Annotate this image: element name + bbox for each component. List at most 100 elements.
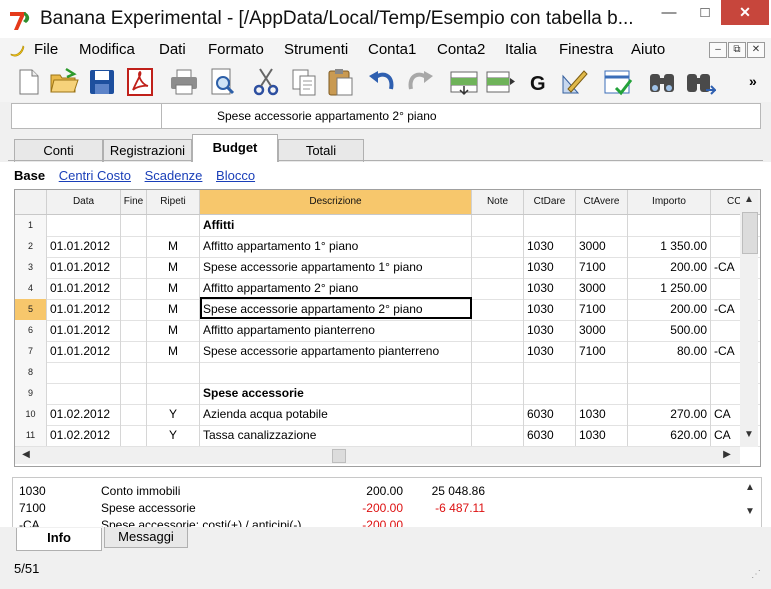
menu-finestra[interactable]: Finestra <box>559 41 613 58</box>
redo-icon[interactable] <box>404 66 436 98</box>
cell-note[interactable] <box>472 341 524 362</box>
minimize-button[interactable]: — <box>649 0 689 25</box>
cell-importo[interactable]: 620.00 <box>628 425 711 446</box>
cell-note[interactable] <box>472 278 524 299</box>
cell-reference-field[interactable] <box>11 103 162 129</box>
menu-file[interactable]: File <box>34 41 58 58</box>
cell-fine[interactable] <box>121 257 147 278</box>
cell-descrizione[interactable]: Spese accessorie appartamento pianterren… <box>200 341 472 362</box>
column-header-ctdare[interactable]: CtDare <box>524 190 576 214</box>
tab-conti[interactable]: Conti <box>14 139 103 162</box>
column-header-ripeti[interactable]: Ripeti <box>147 190 200 214</box>
open-folder-icon[interactable] <box>48 66 80 98</box>
menu-formato[interactable]: Formato <box>208 41 264 58</box>
cell-ctdare[interactable]: 1030 <box>524 278 576 299</box>
cell-ripeti[interactable]: M <box>147 341 200 362</box>
toolbar-overflow-button[interactable]: » <box>749 73 757 89</box>
add-row-icon[interactable] <box>448 66 480 98</box>
cell-ripeti[interactable]: Y <box>147 425 200 446</box>
horizontal-scroll-thumb[interactable] <box>332 449 346 463</box>
cell-ctdare[interactable]: 1030 <box>524 320 576 341</box>
table-row[interactable]: 1 Affitti <box>15 215 760 237</box>
cell-ctdare[interactable]: 6030 <box>524 425 576 446</box>
maximize-button[interactable]: □ <box>689 0 721 25</box>
row-number[interactable]: 7 <box>15 341 47 362</box>
cell-data[interactable]: 01.01.2012 <box>47 257 121 278</box>
table-row[interactable]: 10 01.02.2012 Y Azienda acqua potabile 6030 1… <box>15 404 760 426</box>
cell-ctavere[interactable]: 3000 <box>576 236 628 257</box>
view-centri-costo[interactable]: Centri Costo <box>59 168 131 183</box>
row-number[interactable]: 9 <box>15 383 47 404</box>
cell-note[interactable] <box>472 236 524 257</box>
cell-data[interactable]: 01.01.2012 <box>47 341 121 362</box>
menu-modifica[interactable]: Modifica <box>79 41 135 58</box>
menu-conta2[interactable]: Conta2 <box>437 41 485 58</box>
cell-ripeti[interactable]: Y <box>147 404 200 425</box>
table-row[interactable]: 11 01.02.2012 Y Tassa canalizzazione 6030 103… <box>15 425 760 447</box>
cell-importo[interactable]: 80.00 <box>628 341 711 362</box>
cell-ctdare[interactable]: 1030 <box>524 257 576 278</box>
cell-ctdare[interactable]: 6030 <box>524 404 576 425</box>
row-number-header[interactable] <box>15 190 47 214</box>
cell-fine[interactable] <box>121 236 147 257</box>
cell-ctavere[interactable]: 3000 <box>576 278 628 299</box>
table-row[interactable]: 8 <box>15 362 760 384</box>
cell-ctavere[interactable]: 3000 <box>576 320 628 341</box>
menu-italia[interactable]: Italia <box>505 41 537 58</box>
close-button[interactable]: ✕ <box>721 0 769 25</box>
save-disk-icon[interactable] <box>86 66 118 98</box>
resize-grip-icon[interactable]: ⋰ <box>751 569 761 580</box>
cell-ctavere[interactable]: 1030 <box>576 425 628 446</box>
horizontal-scrollbar[interactable] <box>15 447 740 464</box>
find-icon[interactable] <box>646 66 678 98</box>
cell-descrizione[interactable]: Affitto appartamento pianterreno <box>200 320 472 341</box>
cell-data[interactable]: 01.02.2012 <box>47 404 121 425</box>
view-scadenze[interactable]: Scadenze <box>145 168 203 183</box>
mdi-close-button[interactable]: ✕ <box>747 42 765 58</box>
table-row[interactable]: 6 01.01.2012 M Affitto appartamento pianter… <box>15 320 760 342</box>
menu-strumenti[interactable]: Strumenti <box>284 41 348 58</box>
cell-importo[interactable]: 200.00 <box>628 299 711 320</box>
cell-ctavere[interactable] <box>576 362 628 383</box>
column-header-note[interactable]: Note <box>472 190 524 214</box>
cell-ctavere[interactable] <box>576 383 628 404</box>
cell-ctdare[interactable]: 1030 <box>524 236 576 257</box>
cell-descrizione[interactable]: Spese accessorie <box>200 383 472 404</box>
cell-ripeti[interactable] <box>147 362 200 383</box>
scroll-left-arrow-icon[interactable]: ◀ <box>18 447 34 463</box>
cell-importo[interactable] <box>628 215 711 236</box>
cell-descrizione[interactable]: Tassa canalizzazione <box>200 425 472 446</box>
cell-descrizione[interactable]: Affitto appartamento 2° piano <box>200 278 472 299</box>
cell-ctdare[interactable] <box>524 215 576 236</box>
cell-ctdare[interactable]: 1030 <box>524 299 576 320</box>
info-scroll-up-icon[interactable]: ▲ <box>742 480 758 496</box>
cut-icon[interactable] <box>250 66 282 98</box>
cell-descrizione[interactable]: Affitto appartamento 1° piano <box>200 236 472 257</box>
column-header-importo[interactable]: Importo <box>628 190 711 214</box>
table-row[interactable]: 5 01.01.2012 M Spese accessorie appartament… <box>15 299 760 321</box>
cell-importo[interactable]: 1 250.00 <box>628 278 711 299</box>
cell-fine[interactable] <box>121 362 147 383</box>
row-number[interactable]: 1 <box>15 215 47 236</box>
cell-note[interactable] <box>472 383 524 404</box>
cell-descrizione[interactable] <box>200 362 472 383</box>
cell-descrizione[interactable]: Affitti <box>200 215 472 236</box>
tab-messaggi[interactable]: Messaggi <box>104 527 188 548</box>
cell-data[interactable]: 01.02.2012 <box>47 425 121 446</box>
edit-tool-icon[interactable] <box>558 66 590 98</box>
cell-fine[interactable] <box>121 320 147 341</box>
cell-data[interactable]: 01.01.2012 <box>47 236 121 257</box>
table-row[interactable]: 9 Spese accessorie <box>15 383 760 405</box>
cell-fine[interactable] <box>121 341 147 362</box>
cell-ctavere[interactable]: 1030 <box>576 404 628 425</box>
scroll-down-arrow-icon[interactable]: ▼ <box>741 427 757 443</box>
row-number[interactable]: 3 <box>15 257 47 278</box>
cell-ctavere[interactable]: 7100 <box>576 341 628 362</box>
row-number[interactable]: 4 <box>15 278 47 299</box>
column-header-data[interactable]: Data <box>47 190 121 214</box>
cell-note[interactable] <box>472 425 524 446</box>
cell-note[interactable] <box>472 404 524 425</box>
find-next-icon[interactable] <box>684 66 716 98</box>
cell-data[interactable] <box>47 215 121 236</box>
cell-ctdare[interactable] <box>524 383 576 404</box>
